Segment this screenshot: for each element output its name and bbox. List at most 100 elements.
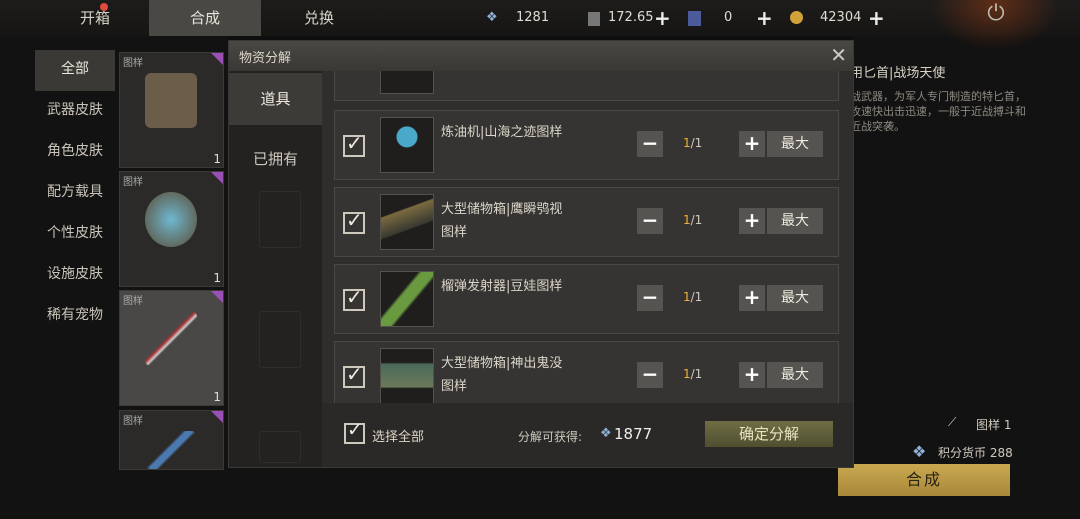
tab-exchange[interactable]: 兑换 xyxy=(284,0,354,36)
nav-item-all[interactable]: 全部 xyxy=(35,50,115,91)
item-name: 榴弹发射器|豆娃图样 xyxy=(441,279,563,294)
nav-item-facility-skin[interactable]: 设施皮肤 xyxy=(35,255,115,296)
item-checkbox[interactable] xyxy=(343,208,365,234)
max-button[interactable]: 最大 xyxy=(767,208,823,234)
modal-sidebar: 道具 已拥有 xyxy=(229,71,322,467)
synthesize-button[interactable]: 合成 xyxy=(838,464,1010,496)
grid-card[interactable]: 图样 1 xyxy=(119,290,224,406)
item-quantity: 1/1 xyxy=(683,290,703,304)
add-card-button[interactable]: + xyxy=(654,6,671,30)
list-item[interactable] xyxy=(334,71,839,101)
tab-synthesis[interactable]: 合成 xyxy=(149,0,261,36)
increase-button[interactable]: + xyxy=(739,208,765,234)
item-name: 大型储物箱|鹰瞬鸮视图样 xyxy=(441,202,563,240)
confirm-decompose-button[interactable]: 确定分解 xyxy=(705,421,833,447)
add-coin-button[interactable]: + xyxy=(868,6,885,30)
max-button[interactable]: 最大 xyxy=(767,285,823,311)
decrease-button[interactable]: − xyxy=(637,208,663,234)
card-count: 1 xyxy=(213,390,221,404)
item-thumbnail xyxy=(380,71,434,94)
card-tag: 图样 xyxy=(123,177,143,188)
points-currency-icon: ❖ xyxy=(912,442,927,461)
grid-card[interactable]: 图样 1 xyxy=(119,171,224,287)
nav-item-weapon-skin[interactable]: 武器皮肤 xyxy=(35,91,115,132)
detail-description: 战武器，为军人专门制造的特匕首，攻速快出击迅速，一般于近战搏斗和近战突袭。 xyxy=(850,90,1026,133)
faded-card xyxy=(259,191,301,248)
ticket-icon xyxy=(688,11,701,26)
card-count: 1 xyxy=(213,271,221,285)
nav-item-personal-skin[interactable]: 个性皮肤 xyxy=(35,214,115,255)
decrease-button[interactable]: − xyxy=(637,362,663,388)
coin-amount: 42304 xyxy=(820,10,862,25)
decompose-modal: 物资分解 ✕ 道具 已拥有 炼油机|山海之迹图样 − 1/1 + 最大 大型储物… xyxy=(228,40,854,468)
card-tag: 图样 xyxy=(123,416,143,427)
item-quantity: 1/1 xyxy=(683,213,703,227)
coin-icon xyxy=(790,11,803,24)
tab-open-box[interactable]: 开箱 xyxy=(60,0,130,36)
blueprint-icon xyxy=(145,73,197,128)
gain-value: 1877 xyxy=(614,425,653,443)
item-detail: 用匕首|战场天使 战武器，为军人专门制造的特匕首，攻速快出击迅速，一般于近战搏斗… xyxy=(850,62,1030,134)
grid-card[interactable]: 图样 1 xyxy=(119,52,224,168)
faded-card xyxy=(259,431,301,463)
detail-title: 用匕首|战场天使 xyxy=(850,66,946,81)
syringe-icon xyxy=(145,311,197,366)
add-ticket-button[interactable]: + xyxy=(756,6,773,30)
list-item[interactable]: 炼油机|山海之迹图样 − 1/1 + 最大 xyxy=(334,110,839,180)
increase-button[interactable]: + xyxy=(739,362,765,388)
item-quantity: 1/1 xyxy=(683,136,703,150)
card-icon xyxy=(588,12,600,26)
select-all-label[interactable]: 选择全部 xyxy=(372,426,424,445)
max-button[interactable]: 最大 xyxy=(767,131,823,157)
nav-item-rare-pet[interactable]: 稀有宠物 xyxy=(35,296,115,337)
max-button[interactable]: 最大 xyxy=(767,362,823,388)
blueprint-icon xyxy=(145,431,197,469)
gain-label: 分解可获得: xyxy=(518,430,583,444)
decrease-button[interactable]: − xyxy=(637,285,663,311)
tab-owned[interactable]: 已拥有 xyxy=(229,133,322,185)
blueprint-count: 图样 1 xyxy=(976,418,1012,432)
increase-button[interactable]: + xyxy=(739,285,765,311)
grenade-launcher-icon xyxy=(380,271,434,327)
card-tag: 图样 xyxy=(123,296,143,307)
decrease-button[interactable]: − xyxy=(637,131,663,157)
rarity-corner xyxy=(211,291,223,303)
gem-amount: 1281 xyxy=(516,10,550,25)
ticket-amount: 0 xyxy=(724,10,733,25)
decompose-list[interactable]: 炼油机|山海之迹图样 − 1/1 + 最大 大型储物箱|鹰瞬鸮视图样 − 1/1… xyxy=(322,71,853,403)
top-bar: 开箱 合成 兑换 ❖ 1281 172.65 + 0 + 42304 + ⏻ xyxy=(0,0,1080,50)
select-all-checkbox[interactable] xyxy=(344,419,365,444)
list-item[interactable]: 大型储物箱|神出鬼没图样 − 1/1 + 最大 xyxy=(334,341,839,403)
close-icon[interactable]: ✕ xyxy=(830,43,847,67)
increase-button[interactable]: + xyxy=(739,131,765,157)
nav-item-character-skin[interactable]: 角色皮肤 xyxy=(35,132,115,173)
item-name: 大型储物箱|神出鬼没图样 xyxy=(441,356,563,394)
card-tag: 图样 xyxy=(123,58,143,69)
grid-card[interactable]: 图样 xyxy=(119,410,224,470)
card-count: 1 xyxy=(213,152,221,166)
points-currency-amount: 积分货币 288 xyxy=(938,446,1013,460)
category-nav: 全部 武器皮肤 角色皮肤 配方载具 个性皮肤 设施皮肤 稀有宠物 xyxy=(35,50,115,337)
notification-dot xyxy=(100,3,108,11)
modal-footer: 选择全部 分解可获得: ❖ 1877 确定分解 xyxy=(322,403,853,467)
storage-box-icon xyxy=(380,348,434,403)
item-quantity: 1/1 xyxy=(683,367,703,381)
nav-item-vehicle[interactable]: 配方载具 xyxy=(35,173,115,214)
refinery-icon xyxy=(380,117,434,173)
modal-title: 物资分解 xyxy=(239,51,292,66)
item-checkbox[interactable] xyxy=(343,285,365,311)
list-item[interactable]: 大型储物箱|鹰瞬鸮视图样 − 1/1 + 最大 xyxy=(334,187,839,257)
rarity-corner xyxy=(211,411,223,423)
power-icon[interactable]: ⏻ xyxy=(982,0,1010,28)
card-amount: 172.65 xyxy=(608,10,654,25)
gem-icon: ❖ xyxy=(486,10,498,25)
rarity-corner xyxy=(211,53,223,65)
modal-header: 物资分解 ✕ xyxy=(229,41,853,71)
knife-icon: ⟋ xyxy=(948,415,957,429)
item-checkbox[interactable] xyxy=(343,131,365,157)
blueprint-icon xyxy=(145,192,197,247)
item-checkbox[interactable] xyxy=(343,362,365,388)
tab-items[interactable]: 道具 xyxy=(229,73,322,125)
rarity-corner xyxy=(211,172,223,184)
list-item[interactable]: 榴弹发射器|豆娃图样 − 1/1 + 最大 xyxy=(334,264,839,334)
